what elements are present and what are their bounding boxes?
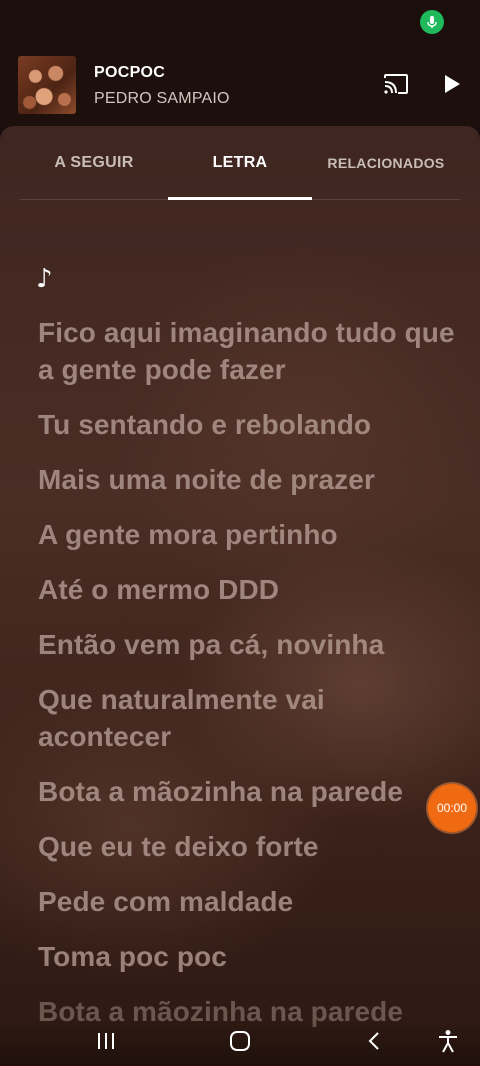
lyric-line: Toma poc poc	[38, 941, 227, 972]
recents-button[interactable]	[86, 1028, 126, 1058]
play-icon	[443, 74, 461, 99]
tab-bar: A SEGUIR LETRA RELACIONADOS	[20, 126, 460, 200]
microphone-icon	[420, 10, 444, 34]
song-artist: PEDRO SAMPAIO	[94, 90, 230, 107]
lyric-line: Até o mermo DDD	[38, 574, 280, 605]
cast-button[interactable]	[382, 73, 410, 100]
status-bar	[0, 0, 480, 44]
lyric-line: Mais uma noite de prazer	[38, 464, 375, 495]
play-button[interactable]	[438, 72, 466, 100]
lyric-line: Que eu te deixo forte	[38, 831, 319, 862]
lyric-line: A gente mora pertinho	[38, 519, 338, 550]
lyric-line: Fico aqui imaginando tudo que a gente po…	[38, 317, 455, 385]
lyric-line: Pede com maldade	[38, 886, 294, 917]
tab-up-next[interactable]: A SEGUIR	[20, 126, 168, 200]
recents-icon	[95, 1031, 117, 1056]
back-icon	[367, 1031, 381, 1056]
home-button[interactable]	[220, 1028, 260, 1058]
home-icon	[229, 1030, 251, 1057]
tab-related[interactable]: RELACIONADOS	[312, 126, 460, 200]
mini-player[interactable]: POCPOC PEDRO SAMPAIO	[0, 44, 480, 126]
tab-lyrics[interactable]: LETRA	[168, 126, 312, 200]
accessibility-icon	[437, 1029, 459, 1058]
system-nav-bar	[0, 1020, 480, 1066]
lyric-line: Bota a mãozinha na parede	[38, 776, 404, 807]
timer-bubble[interactable]: 00:00	[428, 784, 476, 832]
back-button[interactable]	[354, 1028, 394, 1058]
lyrics-list: Fico aqui imaginando tudo que a gente po…	[38, 314, 458, 1048]
cast-icon	[383, 73, 409, 100]
lyric-line: Então vem pa cá, novinha	[38, 629, 385, 660]
song-title: POCPOC	[94, 64, 166, 81]
lyrics-sheet: A SEGUIR LETRA RELACIONADOS ♪ Fico aqui …	[0, 126, 480, 1066]
active-tab-indicator	[168, 197, 312, 200]
accessibility-button[interactable]	[428, 1028, 468, 1058]
album-art[interactable]	[18, 56, 76, 114]
lyric-line: Tu sentando e rebolando	[38, 409, 372, 440]
music-note-icon: ♪	[36, 264, 53, 294]
lyric-line: Que naturalmente vai acontecer	[38, 684, 325, 752]
